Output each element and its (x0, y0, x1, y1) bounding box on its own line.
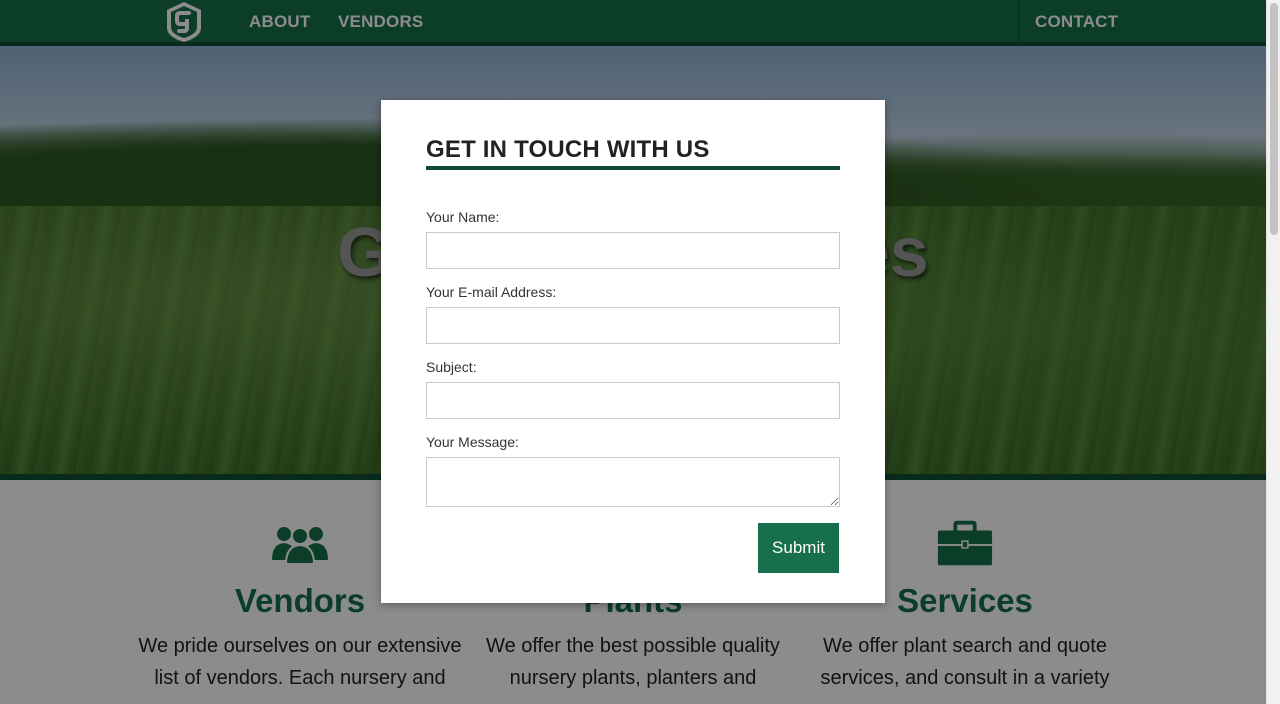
name-label: Your Name: (426, 209, 500, 225)
email-label: Your E-mail Address: (426, 284, 557, 300)
email-input[interactable] (426, 307, 840, 344)
page-scrollbar[interactable] (1266, 0, 1280, 704)
message-textarea[interactable] (426, 457, 840, 507)
subject-label: Subject: (426, 359, 477, 375)
subject-input[interactable] (426, 382, 840, 419)
contact-modal: GET IN TOUCH WITH US Your Name: Your E-m… (381, 100, 885, 603)
scrollbar-thumb[interactable] (1270, 3, 1278, 235)
modal-title: GET IN TOUCH WITH US (426, 136, 840, 170)
message-label: Your Message: (426, 434, 519, 450)
submit-button[interactable]: Submit (758, 523, 839, 573)
name-input[interactable] (426, 232, 840, 269)
